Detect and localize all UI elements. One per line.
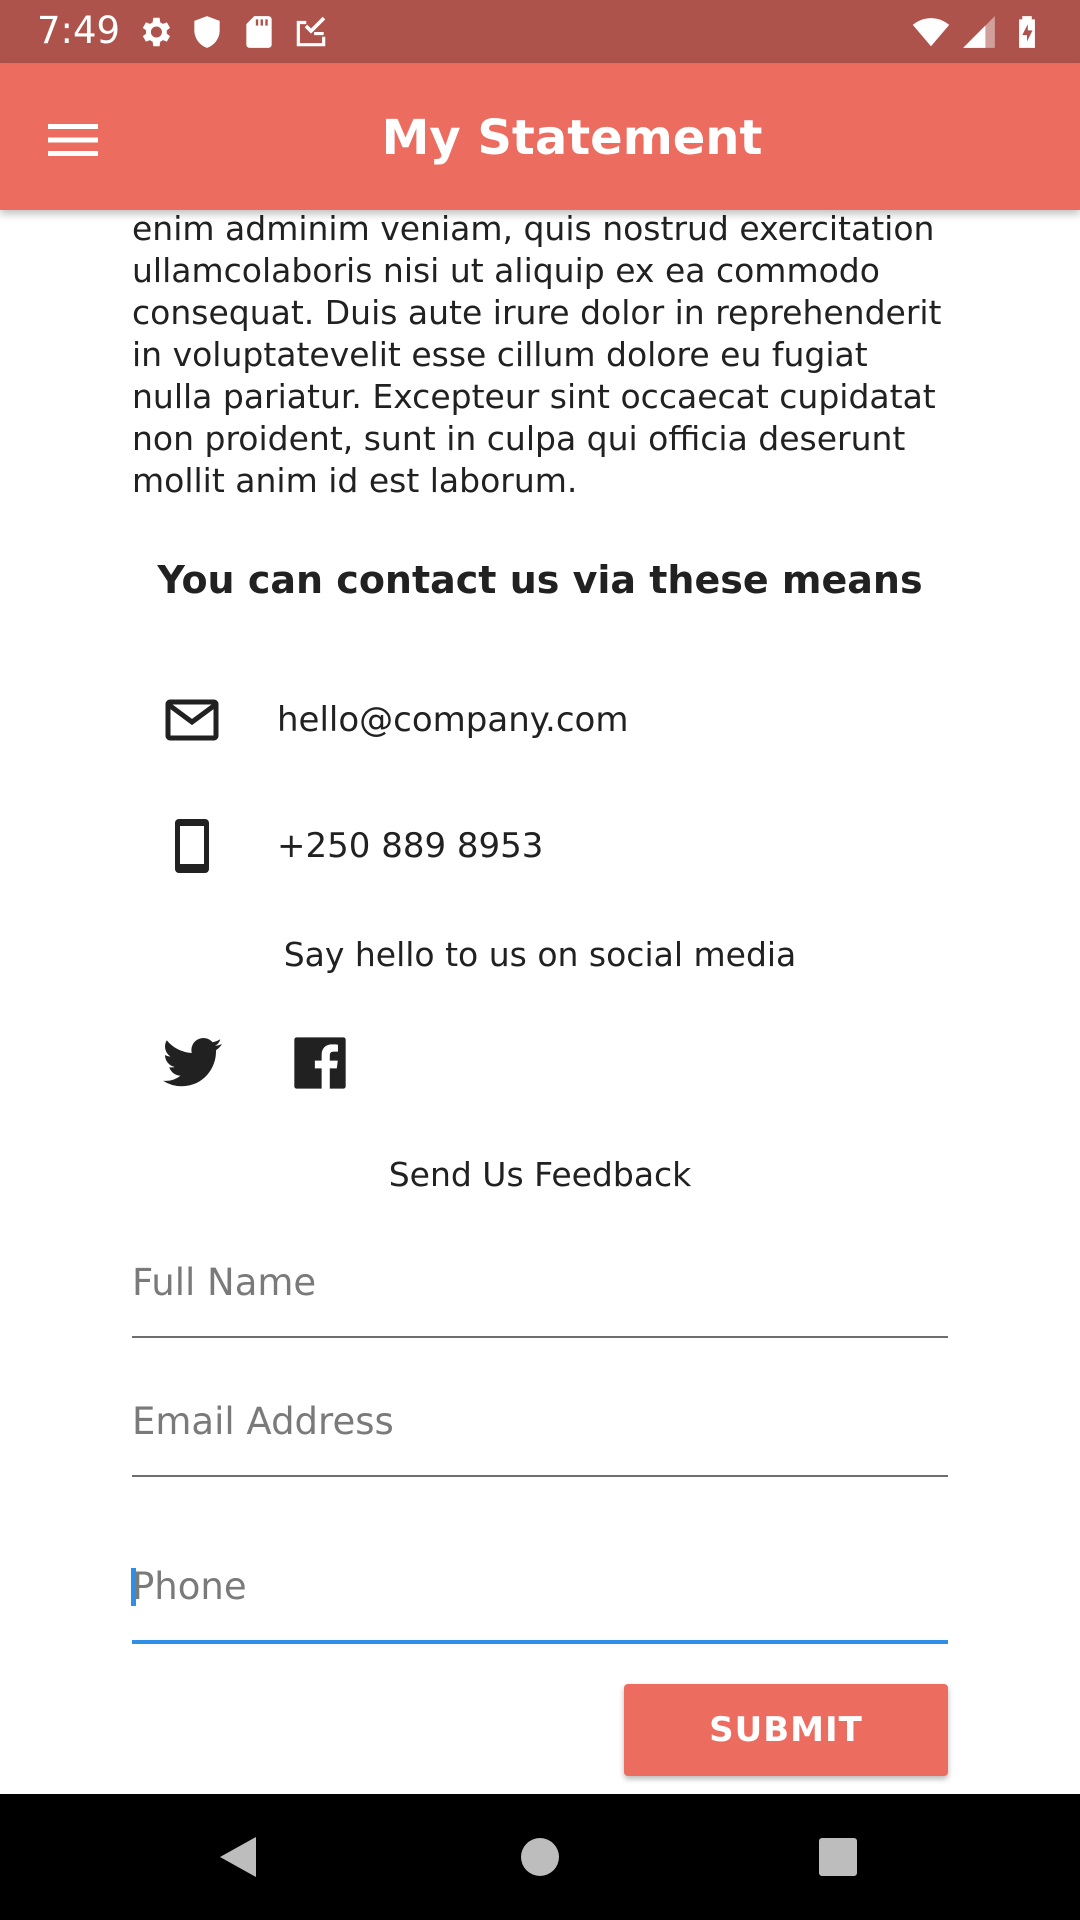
settings-icon <box>142 17 171 47</box>
statement-paragraph: enim adminim veniam, quis nostrud exerci… <box>132 210 942 500</box>
status-bar: 7:49 <box>0 0 1080 63</box>
page-title: My Statement <box>381 110 763 166</box>
twitter-icon[interactable] <box>162 1032 224 1094</box>
contact-email-row[interactable]: hello@company.com <box>162 690 628 750</box>
contact-phone[interactable]: +250 889 8953 <box>277 826 543 866</box>
email-underline <box>132 1475 948 1477</box>
content-scroll-area[interactable]: enim adminim veniam, quis nostrud exerci… <box>0 210 1080 1794</box>
battery-charging-icon <box>1019 16 1035 48</box>
submit-button[interactable]: SUBMIT <box>624 1684 948 1776</box>
signal-icon <box>963 16 995 48</box>
phone-field[interactable] <box>132 1551 948 1621</box>
feedback-title: Send Us Feedback <box>388 1155 692 1194</box>
mail-icon <box>162 690 222 750</box>
facebook-icon[interactable] <box>289 1032 351 1094</box>
social-caption: Say hello to us on social media <box>283 935 797 974</box>
screen: 7:49 My Statement enim adminim veniam, q… <box>0 0 1080 1920</box>
full-name-underline <box>132 1336 948 1338</box>
home-icon <box>521 1838 559 1876</box>
back-button[interactable] <box>203 1822 273 1892</box>
contact-phone-row[interactable]: +250 889 8953 <box>162 816 543 876</box>
phone-icon <box>162 816 222 876</box>
back-icon <box>220 1837 256 1877</box>
email-field[interactable] <box>132 1386 948 1456</box>
check-list-icon <box>296 16 326 47</box>
navigation-bar <box>0 1794 1080 1920</box>
text-caret <box>131 1568 136 1606</box>
phone-underline <box>132 1640 948 1644</box>
full-name-field[interactable] <box>132 1247 948 1317</box>
recents-button[interactable] <box>803 1822 873 1892</box>
status-time: 7:49 <box>37 9 121 52</box>
recents-icon <box>819 1838 857 1876</box>
app-bar: My Statement <box>0 63 1080 210</box>
status-icons-left <box>136 12 330 52</box>
contact-email[interactable]: hello@company.com <box>277 700 628 740</box>
contact-heading: You can contact us via these means <box>157 558 923 602</box>
sd-card-icon <box>246 16 272 48</box>
shield-icon <box>194 16 220 48</box>
home-button[interactable] <box>505 1822 575 1892</box>
wifi-icon <box>912 18 950 47</box>
social-links <box>162 1032 351 1094</box>
status-icons-right <box>912 12 1046 52</box>
